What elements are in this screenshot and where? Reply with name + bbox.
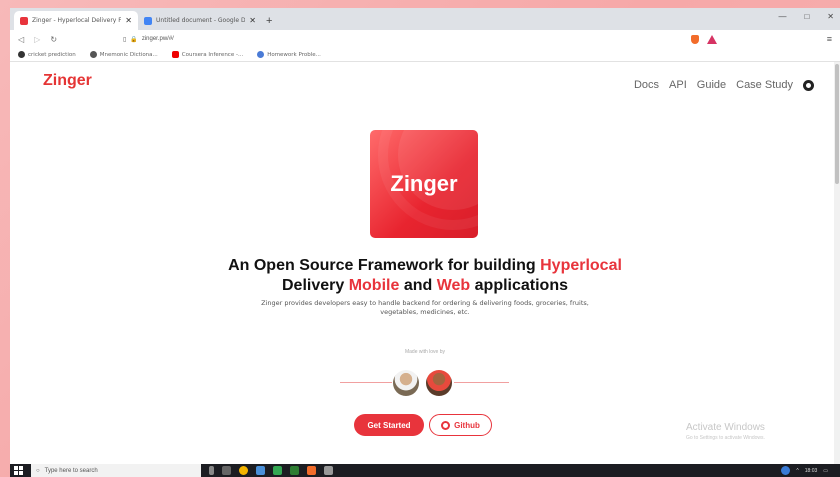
- tab-title: Untitled document - Google Docs: [156, 17, 246, 24]
- hero-logo: Zinger: [370, 130, 478, 238]
- tab-title: Zinger - Hyperlocal Delivery Fram: [32, 17, 122, 24]
- bookmark-page-icon[interactable]: ▯: [123, 36, 126, 43]
- zinger-favicon-icon: [20, 16, 28, 25]
- close-window-icon[interactable]: ✕: [827, 12, 834, 21]
- reload-icon[interactable]: ↻: [50, 35, 57, 44]
- nav-guide[interactable]: Guide: [697, 79, 726, 91]
- tab-zinger[interactable]: Zinger - Hyperlocal Delivery Fram ✕: [14, 11, 138, 30]
- bookmarks-bar: cricket prediction Mnemonic Dictiona... …: [10, 48, 840, 62]
- headline-highlight: Hyperlocal: [540, 257, 622, 274]
- bookmark-item[interactable]: cricket prediction: [18, 51, 76, 58]
- search-placeholder: Type here to search: [44, 467, 98, 474]
- system-tray: ^ 18:03 ▭: [781, 466, 840, 475]
- forward-icon[interactable]: ▷: [34, 35, 40, 44]
- window-controls: — □ ✕: [778, 12, 834, 21]
- web-page: Zinger Docs API Guide Case Study Zinger …: [10, 62, 840, 464]
- nav-docs[interactable]: Docs: [634, 79, 659, 91]
- nav-api[interactable]: API: [669, 79, 687, 91]
- page-scrollbar[interactable]: [834, 62, 840, 464]
- headline-text: Delivery: [281, 277, 349, 294]
- url-text: zinger.pw/#/: [141, 36, 174, 42]
- github-icon: [18, 51, 25, 58]
- brave-rewards-icon[interactable]: [706, 34, 717, 44]
- headline-text: and: [399, 277, 437, 294]
- made-with-label: Made with love by: [404, 349, 446, 355]
- close-tab-icon[interactable]: ✕: [249, 16, 256, 25]
- maximize-icon[interactable]: □: [804, 12, 809, 21]
- headline-text: applications: [470, 277, 568, 294]
- task-view-icon[interactable]: [222, 466, 231, 475]
- get-started-button[interactable]: Get Started: [354, 414, 424, 436]
- site-nav: Docs API Guide Case Study: [634, 79, 814, 91]
- nav-case-study[interactable]: Case Study: [736, 79, 793, 91]
- divider-left: [340, 382, 392, 383]
- bookmark-label: cricket prediction: [28, 51, 76, 58]
- brave-shield-icon[interactable]: [690, 34, 699, 44]
- clock[interactable]: 18:03: [805, 468, 818, 474]
- windows-start-icon[interactable]: [14, 466, 23, 475]
- bookmark-label: Mnemonic Dictiona...: [99, 51, 158, 58]
- chevron-up-icon[interactable]: ^: [796, 468, 798, 474]
- files-icon[interactable]: [290, 466, 299, 475]
- bookmark-label: Coursera Inference -...: [181, 51, 244, 58]
- address-bar[interactable]: ▯ 🔒 zinger.pw/#/: [123, 32, 681, 46]
- bookmark-label: Homework Proble...: [267, 51, 321, 58]
- web-icon: [89, 51, 97, 58]
- browser-menu-icon[interactable]: ≡: [827, 34, 832, 44]
- headline-highlight: Mobile: [348, 277, 400, 294]
- avatar[interactable]: [393, 370, 419, 396]
- bookmark-item[interactable]: Coursera Inference -...: [171, 51, 244, 58]
- link-icon: [257, 51, 265, 58]
- scrollbar-thumb[interactable]: [835, 64, 839, 184]
- lock-icon: 🔒: [130, 36, 138, 43]
- youtube-icon: [171, 51, 179, 58]
- headline-text: An Open Source Framework for building: [228, 257, 541, 274]
- activate-windows-watermark: Activate Windows Go to Settings to activ…: [686, 422, 765, 441]
- button-label: Github: [454, 420, 480, 430]
- hero-logo-text: Zinger: [390, 171, 458, 196]
- bookmark-item[interactable]: Mnemonic Dictiona...: [89, 51, 158, 58]
- folder-icon[interactable]: [324, 466, 333, 475]
- github-button[interactable]: Github: [429, 414, 492, 436]
- search-icon: ○: [36, 467, 40, 474]
- chrome-icon[interactable]: [239, 466, 248, 475]
- avatar[interactable]: [426, 370, 452, 396]
- mic-icon[interactable]: [209, 466, 214, 475]
- divider-right: [454, 382, 509, 383]
- github-icon: [441, 420, 451, 430]
- tab-google-docs[interactable]: Untitled document - Google Docs ✕: [138, 11, 262, 30]
- windows-taskbar: ○ Type here to search ^ 18:03 ▭: [10, 464, 840, 477]
- docs-favicon-icon: [144, 16, 152, 25]
- back-icon[interactable]: ◁: [18, 35, 24, 44]
- page-headline: An Open Source Framework for building Hy…: [10, 256, 840, 296]
- address-toolbar: ◁ ▷ ↻ ▯ 🔒 zinger.pw/#/ ≡: [10, 30, 840, 48]
- page-subtitle: Zinger provides developers easy to handl…: [261, 299, 589, 316]
- browser-window: Zinger - Hyperlocal Delivery Fram ✕ Unti…: [10, 8, 840, 464]
- app-tray-icon[interactable]: [781, 466, 791, 475]
- headline-highlight: Web: [436, 277, 471, 294]
- tab-strip: Zinger - Hyperlocal Delivery Fram ✕ Unti…: [10, 8, 840, 30]
- bookmark-item[interactable]: Homework Proble...: [257, 51, 321, 58]
- github-icon[interactable]: [803, 79, 814, 91]
- activate-subtitle: Go to Settings to activate Windows.: [686, 435, 765, 441]
- activate-title: Activate Windows: [686, 422, 765, 433]
- minimize-icon[interactable]: —: [778, 12, 786, 21]
- store-icon[interactable]: [256, 466, 265, 475]
- button-label: Get Started: [367, 420, 411, 430]
- sheets-icon[interactable]: [273, 466, 282, 475]
- notifications-icon[interactable]: ▭: [823, 468, 828, 474]
- brave-icon[interactable]: [307, 466, 316, 475]
- new-tab-icon[interactable]: +: [262, 15, 276, 30]
- close-tab-icon[interactable]: ✕: [125, 16, 132, 25]
- taskbar-search-input[interactable]: ○ Type here to search: [31, 464, 201, 477]
- site-logo[interactable]: Zinger: [43, 72, 92, 90]
- extensions: [690, 34, 717, 44]
